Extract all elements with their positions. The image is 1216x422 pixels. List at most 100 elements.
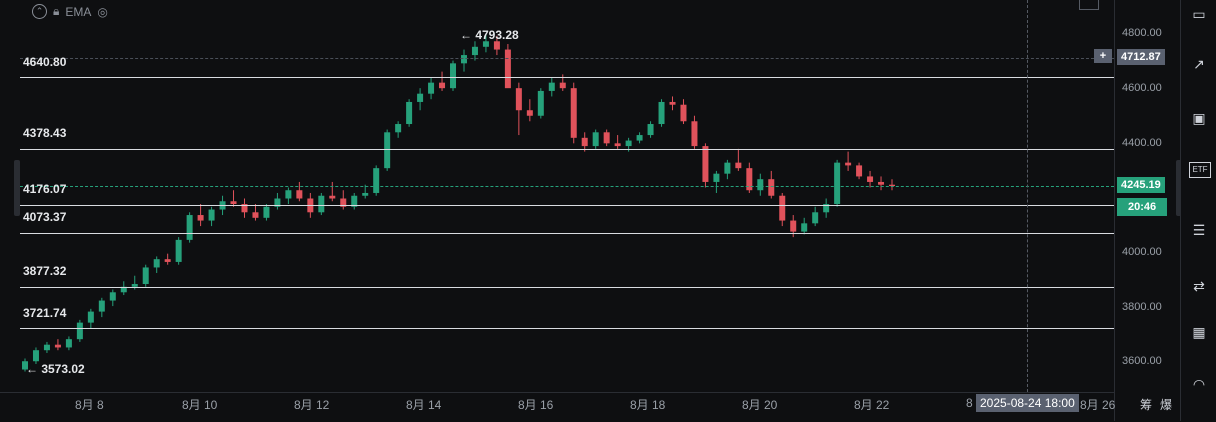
level-label: 4640.80	[23, 55, 67, 69]
chips-tab[interactable]: 筹	[1140, 396, 1152, 413]
candle	[109, 289, 116, 307]
candle	[241, 198, 248, 218]
candle	[680, 99, 687, 125]
calendar-icon[interactable]: ▭	[1189, 4, 1209, 24]
candle	[329, 181, 336, 202]
candle	[439, 71, 446, 91]
candle	[153, 256, 160, 273]
swap-icon[interactable]: ⇄	[1189, 276, 1209, 296]
candle	[834, 159, 841, 207]
trend-icon[interactable]: ↗	[1189, 54, 1209, 74]
crosshair-horizontal	[20, 58, 1114, 59]
candle	[285, 187, 292, 205]
time-axis[interactable]	[0, 392, 1114, 422]
x-tick: 8月 26	[1080, 398, 1116, 412]
candle	[417, 88, 424, 111]
candle	[384, 129, 391, 171]
candle	[889, 179, 895, 191]
x-tick: 8月 18	[630, 398, 666, 412]
candle	[867, 170, 874, 188]
candle	[142, 264, 149, 287]
right-toolbar: ▭ ↗ ▣ ETF ☰ ⇄ ▦ ◠	[1180, 0, 1216, 421]
candle	[856, 162, 863, 180]
candle	[603, 129, 610, 147]
collapse-icon[interactable]: ⌃	[32, 4, 47, 19]
level-line	[20, 77, 1114, 78]
candle	[647, 121, 654, 138]
high-annotation: ← 4793.28	[460, 28, 519, 42]
indicator-label[interactable]: EMA	[65, 5, 91, 19]
candle	[98, 297, 105, 318]
candle	[208, 206, 215, 227]
crosshair-time-tag: 2025-08-24 18:00	[976, 394, 1079, 412]
headset-icon[interactable]: ◠	[1189, 374, 1209, 394]
candle	[87, 308, 94, 329]
y-tick: 4600.00	[1122, 82, 1162, 94]
y-tick: 4400.00	[1122, 137, 1162, 149]
candle	[252, 204, 259, 221]
candle	[537, 88, 544, 119]
liquidation-tab[interactable]: 爆	[1160, 396, 1172, 413]
candle	[746, 162, 753, 193]
candle	[428, 77, 435, 100]
x-tick: 8月 20	[742, 398, 778, 412]
candle	[636, 132, 643, 144]
candle	[779, 192, 786, 227]
candle	[164, 253, 171, 265]
y-tick: 3600.00	[1122, 355, 1162, 367]
candle	[54, 339, 61, 351]
candle	[373, 165, 380, 196]
add-alert-icon[interactable]: +	[1094, 49, 1112, 63]
list-icon[interactable]: ☰	[1189, 220, 1209, 240]
candle	[812, 206, 819, 227]
candle	[801, 217, 808, 235]
current-price-line	[20, 186, 1114, 187]
candle	[570, 82, 577, 144]
candle	[460, 49, 467, 72]
level-label: 4073.37	[23, 210, 67, 224]
candle	[592, 129, 599, 149]
level-label: 4176.07	[23, 182, 67, 196]
level-label: 4378.43	[23, 126, 67, 140]
low-annotation: ← 3573.02	[26, 362, 85, 376]
candle	[504, 44, 511, 89]
level-line	[20, 287, 1114, 288]
layout-grid-icon[interactable]: ▦	[1189, 322, 1209, 342]
candle	[340, 190, 347, 210]
candle	[450, 60, 457, 91]
candle	[186, 212, 193, 243]
y-tick: 3800.00	[1122, 301, 1162, 313]
candle	[263, 204, 270, 221]
x-tick: 8月 8	[75, 398, 104, 412]
candle	[735, 148, 742, 171]
left-collapse-handle[interactable]	[14, 160, 20, 216]
candle	[526, 99, 533, 122]
eye-icon[interactable]: ◎	[97, 5, 107, 19]
candle	[406, 99, 413, 127]
candle	[515, 82, 522, 136]
candle	[43, 341, 50, 353]
x-tick: 8月 12	[294, 398, 330, 412]
candle	[757, 173, 764, 196]
candle	[274, 192, 281, 210]
layout-icon[interactable]	[1079, 0, 1099, 10]
candle	[691, 115, 698, 149]
y-tick: 4000.00	[1122, 246, 1162, 258]
candle	[658, 99, 665, 127]
level-line	[20, 149, 1114, 150]
candle	[197, 204, 204, 227]
x-tick: 8月 14	[406, 398, 442, 412]
countdown-tag: 20:46	[1117, 198, 1168, 216]
etf-icon[interactable]: ETF	[1189, 162, 1211, 178]
candle	[845, 151, 852, 171]
crosshair-vertical	[1027, 0, 1028, 392]
x-tick: 8月 16	[518, 398, 554, 412]
lock-icon[interactable]: 🔒︎	[53, 4, 59, 19]
level-line	[20, 328, 1114, 329]
candle	[713, 170, 720, 193]
x-tick: 8	[966, 396, 973, 410]
candle	[76, 319, 83, 342]
crosshair-price-tag: 4712.87	[1117, 49, 1165, 65]
chart-board-icon[interactable]: ▣	[1189, 108, 1209, 128]
candle	[724, 159, 731, 180]
